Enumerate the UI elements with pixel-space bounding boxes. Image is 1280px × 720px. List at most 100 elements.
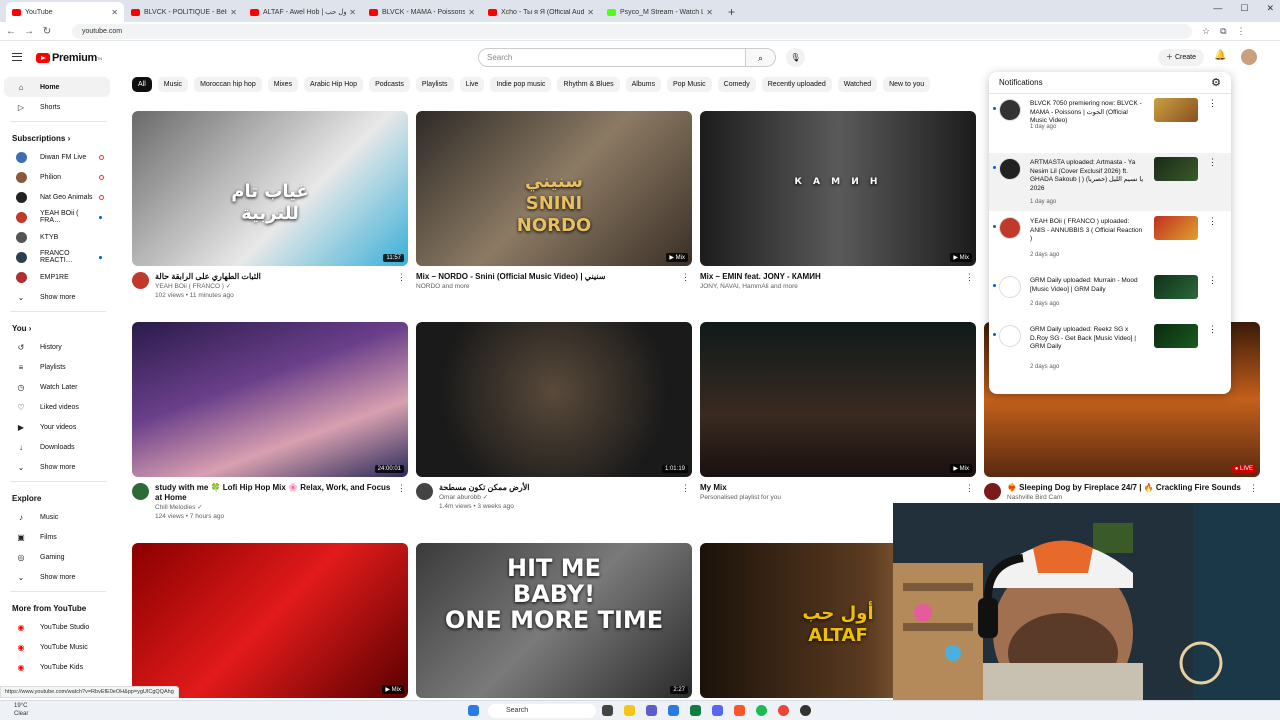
chip-podcasts[interactable]: Podcasts <box>369 77 410 92</box>
chip-albums[interactable]: Albums <box>625 77 661 92</box>
explore-show-more[interactable]: ⌄ Show more <box>4 567 110 587</box>
notification-item[interactable]: GRM Daily uploaded: Reekz SG x D.Roy SG … <box>989 320 1231 378</box>
video-title[interactable]: Mix – EMIN feat. JONY - КАМИН <box>700 272 835 282</box>
channel-name[interactable]: Chill Melodies ✓ <box>155 503 408 512</box>
notifications-bell-icon[interactable]: 🔔 <box>1214 50 1226 61</box>
sidebar-item-music[interactable]: ♪ Music <box>4 507 110 527</box>
sidebar-item-shorts[interactable]: ▷ Shorts <box>4 97 110 117</box>
chip-watched[interactable]: Watched <box>837 77 878 92</box>
sidebar-item-films[interactable]: ▣ Films <box>4 527 110 547</box>
file-explorer-icon[interactable] <box>624 705 635 716</box>
sidebar-item-watch-later[interactable]: ◷ Watch Later <box>4 377 110 397</box>
sidebar-subscription[interactable]: Diwan FM Live <box>4 147 110 167</box>
youtube-premium-logo[interactable]: Premium TN <box>36 52 102 64</box>
sidebar-subscription[interactable]: YEAH BOii ( FRA… <box>4 207 110 227</box>
video-card[interactable]: 24:00:01 study with me 🍀 Lofi Hip Hop Mix… <box>132 322 408 521</box>
store-icon[interactable] <box>668 705 679 716</box>
video-thumbnail[interactable]: ▶ Mix <box>132 543 408 698</box>
channel-avatar[interactable] <box>132 272 149 289</box>
reload-icon[interactable]: ↻ <box>40 26 54 37</box>
browser-tab[interactable]: BLVCK - MAMA - Poissons | الحوت…✕ <box>363 2 481 22</box>
sidebar-subscription[interactable]: FRANCO REACTI… <box>4 247 110 267</box>
channel-avatar[interactable] <box>132 483 149 500</box>
more-options-icon[interactable]: ⋮ <box>681 272 690 283</box>
video-thumbnail[interactable]: غياب تام للتربية 11:57 <box>132 111 408 266</box>
channel-name[interactable]: NORDO and more <box>416 282 619 291</box>
chip-moroccan-hip-hop[interactable]: Moroccan hip hop <box>194 77 262 92</box>
more-options-icon[interactable]: ⋮ <box>1208 216 1217 227</box>
video-card[interactable]: HIT ME BABY! ONE MORE TIME 2:27 <box>416 543 692 698</box>
channel-name[interactable]: Nashville Bird Cam <box>1007 493 1255 502</box>
video-title[interactable]: الثبات الطهاري على الرابقة حالة <box>155 272 275 282</box>
video-thumbnail[interactable]: 1:01:19 <box>416 322 692 477</box>
sidebar-item-youtube-app[interactable]: ◉ YouTube Music <box>4 637 110 657</box>
extensions-icon[interactable]: ⧉ <box>1220 26 1226 37</box>
video-title[interactable]: study with me 🍀 Lofi Hip Hop Mix 🌸 Relax… <box>155 483 408 503</box>
sidebar-item-home[interactable]: ⌂ Home <box>4 77 110 97</box>
maximize-icon[interactable]: ☐ <box>1240 3 1248 14</box>
brave-icon[interactable] <box>734 705 745 716</box>
subscriptions-show-more[interactable]: ⌄ Show more <box>4 287 110 307</box>
bookmark-star-icon[interactable]: ☆ <box>1202 26 1210 37</box>
minimize-icon[interactable]: — <box>1213 3 1222 14</box>
discord-icon[interactable] <box>712 705 723 716</box>
close-tab-icon[interactable]: ✕ <box>230 8 237 17</box>
sidebar-subscription[interactable]: Nat Geo Animals <box>4 187 110 207</box>
video-card[interactable]: ▶ Mix My Mix Personalised playlist for you… <box>700 322 976 502</box>
taskbar-search[interactable]: Search <box>488 704 596 718</box>
chip-comedy[interactable]: Comedy <box>717 77 756 92</box>
menu-icon[interactable] <box>12 53 22 61</box>
more-options-icon[interactable]: ⋮ <box>965 483 974 494</box>
sidebar-item-youtube-app[interactable]: ◉ YouTube Kids <box>4 657 110 677</box>
more-options-icon[interactable]: ⋮ <box>965 272 974 283</box>
new-tab-button[interactable]: + <box>720 5 743 22</box>
chip-rhythm-blues[interactable]: Rhythm & Blues <box>557 77 620 92</box>
chip-mixes[interactable]: Mixes <box>267 77 298 92</box>
obs-icon[interactable] <box>800 705 811 716</box>
sidebar-item-gaming[interactable]: ◎ Gaming <box>4 547 110 567</box>
video-card[interactable]: ▶ Mix <box>132 543 408 698</box>
more-options-icon[interactable]: ⋮ <box>397 272 406 283</box>
sidebar-item-youtube-app[interactable]: ◉ YouTube Studio <box>4 617 110 637</box>
sidebar-item-playlists[interactable]: ≡ Playlists <box>4 357 110 377</box>
sidebar-item-history[interactable]: ↺ History <box>4 337 110 357</box>
channel-name[interactable]: Omar aburobb ✓ <box>439 493 544 502</box>
sidebar-item-your-videos[interactable]: ▶ Your videos <box>4 417 110 437</box>
channel-name[interactable]: JONY, NAVAI, HammAli and more <box>700 282 835 291</box>
url-field[interactable]: youtube.com <box>72 23 1192 39</box>
more-options-icon[interactable]: ⋮ <box>1208 98 1217 109</box>
close-window-icon[interactable]: ✕ <box>1266 3 1274 14</box>
more-options-icon[interactable]: ⋮ <box>1208 157 1217 168</box>
browser-tab[interactable]: YouTube ✕ <box>6 2 124 22</box>
video-thumbnail[interactable]: سنيني SNINI NORDO ▶ Mix <box>416 111 692 266</box>
close-tab-icon[interactable]: ✕ <box>587 8 594 17</box>
task-view-icon[interactable] <box>602 705 613 716</box>
close-tab-icon[interactable]: ✕ <box>111 8 118 17</box>
video-title[interactable]: الأرض ممكن تكون مسطحة <box>439 483 544 493</box>
browser-tab[interactable]: Psyco_M Stream - Watch Live o…✕ <box>601 2 719 22</box>
windows-start-icon[interactable] <box>468 705 479 716</box>
create-button[interactable]: ＋ Create <box>1158 49 1204 66</box>
video-thumbnail[interactable]: К А М И Н ▶ Mix <box>700 111 976 266</box>
chip-pop-music[interactable]: Pop Music <box>666 77 712 92</box>
video-title[interactable]: ❤️‍🔥 Sleeping Dog by Fireplace 24/7 | 🔥 … <box>1007 483 1255 493</box>
chip-new-to-you[interactable]: New to you <box>883 77 931 92</box>
spotify-icon[interactable] <box>756 705 767 716</box>
subscriptions-heading[interactable]: Subscriptions › <box>0 126 116 147</box>
video-thumbnail[interactable]: HIT ME BABY! ONE MORE TIME 2:27 <box>416 543 692 698</box>
video-card[interactable]: غياب تام للتربية 11:57 الثبات الطهاري على ا… <box>132 111 408 300</box>
chip-indie-pop-music[interactable]: Indie pop music <box>490 77 552 92</box>
video-card[interactable]: سنيني SNINI NORDO ▶ Mix Mix – NORDO - Snini … <box>416 111 692 291</box>
notification-item[interactable]: YEAH BOii ( FRANCO ) uploaded: ANIS - AN… <box>989 212 1231 270</box>
browser-menu-icon[interactable]: ⋮ <box>1237 26 1246 37</box>
channel-avatar[interactable] <box>984 483 1001 500</box>
sidebar-subscription[interactable]: EMP1RE <box>4 267 110 287</box>
video-thumbnail[interactable]: 24:00:01 <box>132 322 408 477</box>
sidebar-subscription[interactable]: Philion <box>4 167 110 187</box>
browser-tab[interactable]: Xcho - Ты я Я (Official Audi… ✕ <box>482 2 600 22</box>
sidebar-subscription[interactable]: KTYB <box>4 227 110 247</box>
voice-search-button[interactable]: 🎙 <box>786 48 805 67</box>
you-heading[interactable]: You › <box>0 316 116 337</box>
video-card[interactable]: 1:01:19 الأرض ممكن تكون مسطحة Omar aburobb… <box>416 322 692 511</box>
close-tab-icon[interactable]: ✕ <box>706 8 713 17</box>
